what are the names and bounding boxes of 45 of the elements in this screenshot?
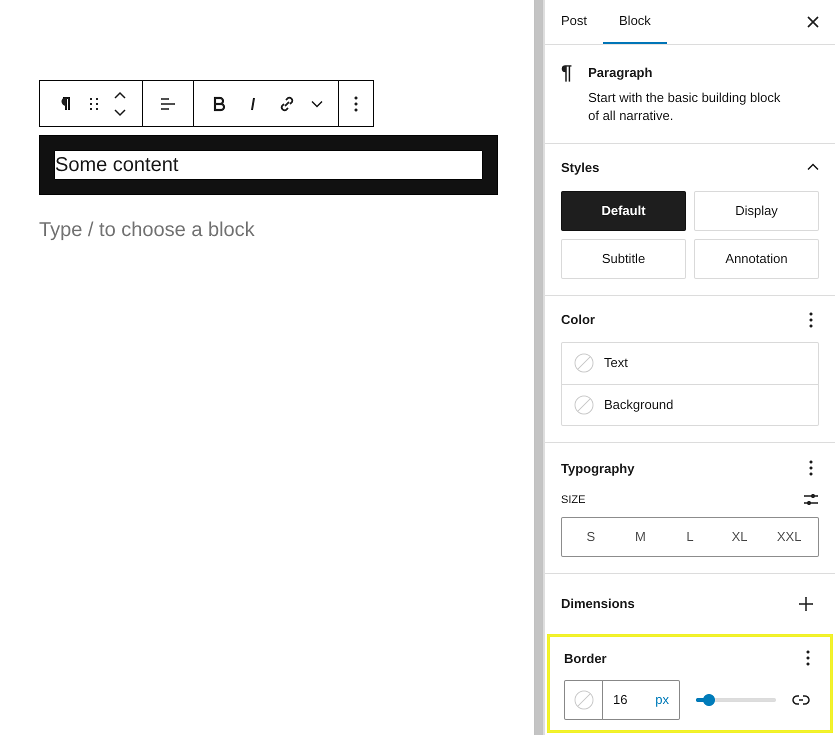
style-option[interactable]: Display	[694, 191, 819, 231]
size-option[interactable]: M	[616, 518, 666, 556]
close-icon[interactable]	[807, 16, 819, 28]
section-title[interactable]: Dimensions	[561, 594, 635, 614]
chevron-up-icon[interactable]	[807, 163, 819, 172]
size-option[interactable]: S	[566, 518, 616, 556]
color-option[interactable]: Background	[562, 384, 818, 424]
slider-thumb[interactable]	[702, 694, 715, 706]
size-option[interactable]: L	[665, 518, 715, 556]
block-placeholder[interactable]: Type / to choose a block	[39, 215, 534, 245]
size-label: SIZE	[561, 493, 586, 508]
options-icon[interactable]	[806, 650, 810, 666]
plus-icon[interactable]	[799, 596, 813, 610]
style-option[interactable]: Subtitle	[561, 239, 686, 279]
options-icon[interactable]	[809, 460, 813, 476]
paragraph-text[interactable]: Some content	[55, 151, 482, 179]
size-option[interactable]: XXL	[764, 518, 814, 556]
options-icon[interactable]	[354, 96, 358, 112]
no-color-icon	[574, 394, 594, 414]
paragraph-block[interactable]: Some content	[39, 135, 498, 195]
style-option[interactable]: Default	[561, 191, 686, 231]
block-description: Start with the basic building block of all narrative.	[588, 88, 782, 124]
drag-handle-icon[interactable]	[89, 96, 99, 110]
section-title[interactable]: Typography	[561, 458, 634, 478]
section-title[interactable]: Styles	[561, 158, 600, 177]
width-value: 16	[613, 691, 628, 710]
color-option[interactable]: Text	[562, 342, 818, 384]
move-up-down-icon[interactable]	[113, 90, 127, 116]
unit-label[interactable]: px	[655, 690, 669, 710]
sliders-icon[interactable]	[803, 493, 819, 508]
section-title[interactable]: Border	[564, 648, 607, 668]
block-name: Paragraph	[588, 64, 654, 82]
options-icon[interactable]	[809, 312, 813, 328]
size-option[interactable]: XL	[714, 518, 764, 556]
sidebar-tab[interactable]: Block	[603, 0, 667, 44]
chevron-down-icon[interactable]	[311, 100, 323, 108]
scrollbar[interactable]	[534, 0, 544, 735]
section-title[interactable]: Color	[561, 310, 595, 330]
style-option[interactable]: Annotation	[694, 239, 819, 279]
no-color-icon	[574, 353, 594, 373]
unlink-icon[interactable]	[792, 694, 810, 706]
sidebar-tab[interactable]: Post	[545, 0, 604, 44]
no-color-icon	[574, 690, 594, 710]
border-width-field[interactable]: 16 px	[564, 680, 680, 720]
pilcrow-icon: ¶	[561, 63, 572, 124]
